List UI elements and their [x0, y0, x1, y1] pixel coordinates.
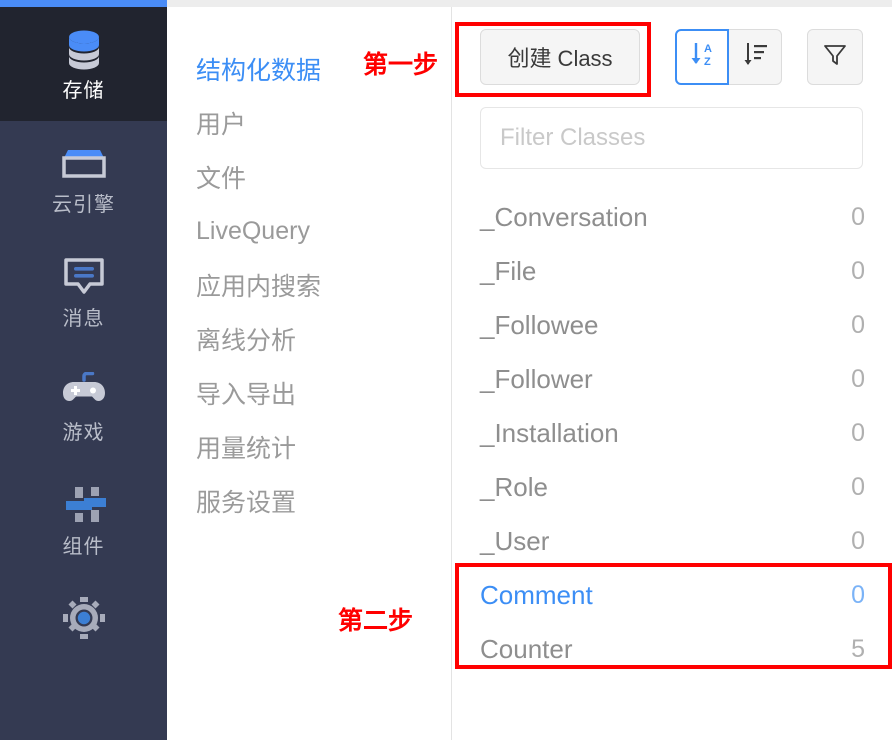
class-count: 0 — [851, 310, 865, 339]
sidebar-item-label: 消息 — [62, 307, 105, 330]
annotation-step-one: 第一步 — [363, 51, 439, 79]
class-list: _Conversation 0 _File 0 _Followee 0 _Fol… — [453, 190, 892, 676]
menu-item-label: 用户 — [196, 111, 247, 139]
gear-icon — [61, 595, 107, 641]
class-count: 0 — [851, 256, 865, 285]
menu-item-livequery[interactable]: LiveQuery — [167, 204, 451, 258]
menu-item-files[interactable]: 文件 — [167, 150, 451, 204]
class-row-comment[interactable]: Comment 0 — [453, 568, 892, 622]
menu-item-label: 服务设置 — [196, 489, 297, 517]
class-name: _File — [480, 255, 537, 286]
menu-item-service-settings[interactable]: 服务设置 — [167, 474, 451, 528]
sidebar-item-components[interactable]: 组件 — [0, 463, 167, 577]
sidebar-item-label: 组件 — [62, 535, 105, 558]
sidebar-item-games[interactable]: 游戏 — [0, 349, 167, 463]
gamepad-icon — [60, 370, 108, 414]
class-row-user[interactable]: _User 0 — [453, 514, 892, 568]
class-name: Comment — [480, 579, 593, 610]
sidebar-item-label: 存储 — [62, 79, 105, 102]
create-class-button[interactable]: 创建 Class — [480, 29, 640, 85]
class-name: _Follower — [480, 363, 593, 394]
menu-item-import-export[interactable]: 导入导出 — [167, 366, 451, 420]
class-row-counter[interactable]: Counter 5 — [453, 622, 892, 676]
sort-alpha-asc-icon: A Z — [689, 40, 716, 74]
class-toolbar: 创建 Class — [480, 29, 640, 85]
menu-item-label: 导入导出 — [196, 381, 297, 409]
cloud-engine-icon — [61, 142, 107, 186]
class-name: _Role — [480, 471, 548, 502]
app-window: 存储 云引擎 消息 游戏 组件 结构化数据 用户 文件 LiveQuery 应用… — [0, 0, 892, 740]
menu-item-label: 离线分析 — [196, 327, 297, 355]
class-count: 0 — [851, 364, 865, 393]
class-row-file[interactable]: _File 0 — [453, 244, 892, 298]
sidebar-item-messages[interactable]: 消息 — [0, 235, 167, 349]
class-browser-panel: 创建 Class A Z Filter Classes _Conversatio… — [453, 7, 892, 740]
menu-item-usage-stats[interactable]: 用量统计 — [167, 420, 451, 474]
class-count: 0 — [851, 418, 865, 447]
class-name: _Conversation — [480, 201, 648, 232]
menu-item-offline-analytics[interactable]: 离线分析 — [167, 312, 451, 366]
menu-item-users[interactable]: 用户 — [167, 96, 451, 150]
class-name: Counter — [480, 633, 573, 664]
sort-list-button[interactable] — [728, 29, 782, 85]
filter-button[interactable] — [807, 29, 863, 85]
class-count: 5 — [851, 634, 865, 663]
class-name: _Installation — [480, 417, 619, 448]
database-icon — [63, 28, 105, 72]
filter-classes-input[interactable] — [480, 107, 863, 169]
class-count: 0 — [851, 580, 865, 609]
menu-item-label: LiveQuery — [196, 216, 310, 245]
message-bubble-icon — [62, 256, 106, 300]
top-accent-bar — [0, 0, 167, 7]
menu-item-label: 用量统计 — [196, 435, 297, 463]
sliders-icon — [62, 484, 106, 528]
menu-item-app-search[interactable]: 应用内搜索 — [167, 258, 451, 312]
class-row-conversation[interactable]: _Conversation 0 — [453, 190, 892, 244]
class-count: 0 — [851, 202, 865, 231]
class-count: 0 — [851, 526, 865, 555]
funnel-icon — [822, 42, 848, 73]
sidebar-item-storage[interactable]: 存储 — [0, 7, 167, 121]
sidebar-item-cloud-engine[interactable]: 云引擎 — [0, 121, 167, 235]
sidebar-item-settings[interactable] — [0, 577, 167, 667]
class-count: 0 — [851, 472, 865, 501]
sidebar-item-label: 游戏 — [62, 421, 105, 444]
top-header-strip — [167, 0, 892, 7]
class-name: _Followee — [480, 309, 599, 340]
class-row-follower[interactable]: _Follower 0 — [453, 352, 892, 406]
annotation-step-two: 第二步 — [338, 607, 414, 635]
sort-alpha-asc-button[interactable]: A Z — [675, 29, 729, 85]
menu-item-label: 应用内搜索 — [196, 273, 322, 301]
svg-text:Z: Z — [704, 56, 711, 68]
class-row-followee[interactable]: _Followee 0 — [453, 298, 892, 352]
sort-toggle-group: A Z — [675, 29, 782, 85]
class-name: _User — [480, 525, 550, 556]
svg-text:A: A — [704, 43, 712, 55]
primary-nav-rail: 存储 云引擎 消息 游戏 组件 — [0, 7, 167, 740]
sidebar-item-label: 云引擎 — [52, 193, 115, 216]
menu-item-label: 文件 — [196, 165, 247, 193]
sort-list-icon — [742, 40, 769, 74]
class-row-role[interactable]: _Role 0 — [453, 460, 892, 514]
menu-item-label: 结构化数据 — [196, 57, 322, 85]
class-row-installation[interactable]: _Installation 0 — [453, 406, 892, 460]
